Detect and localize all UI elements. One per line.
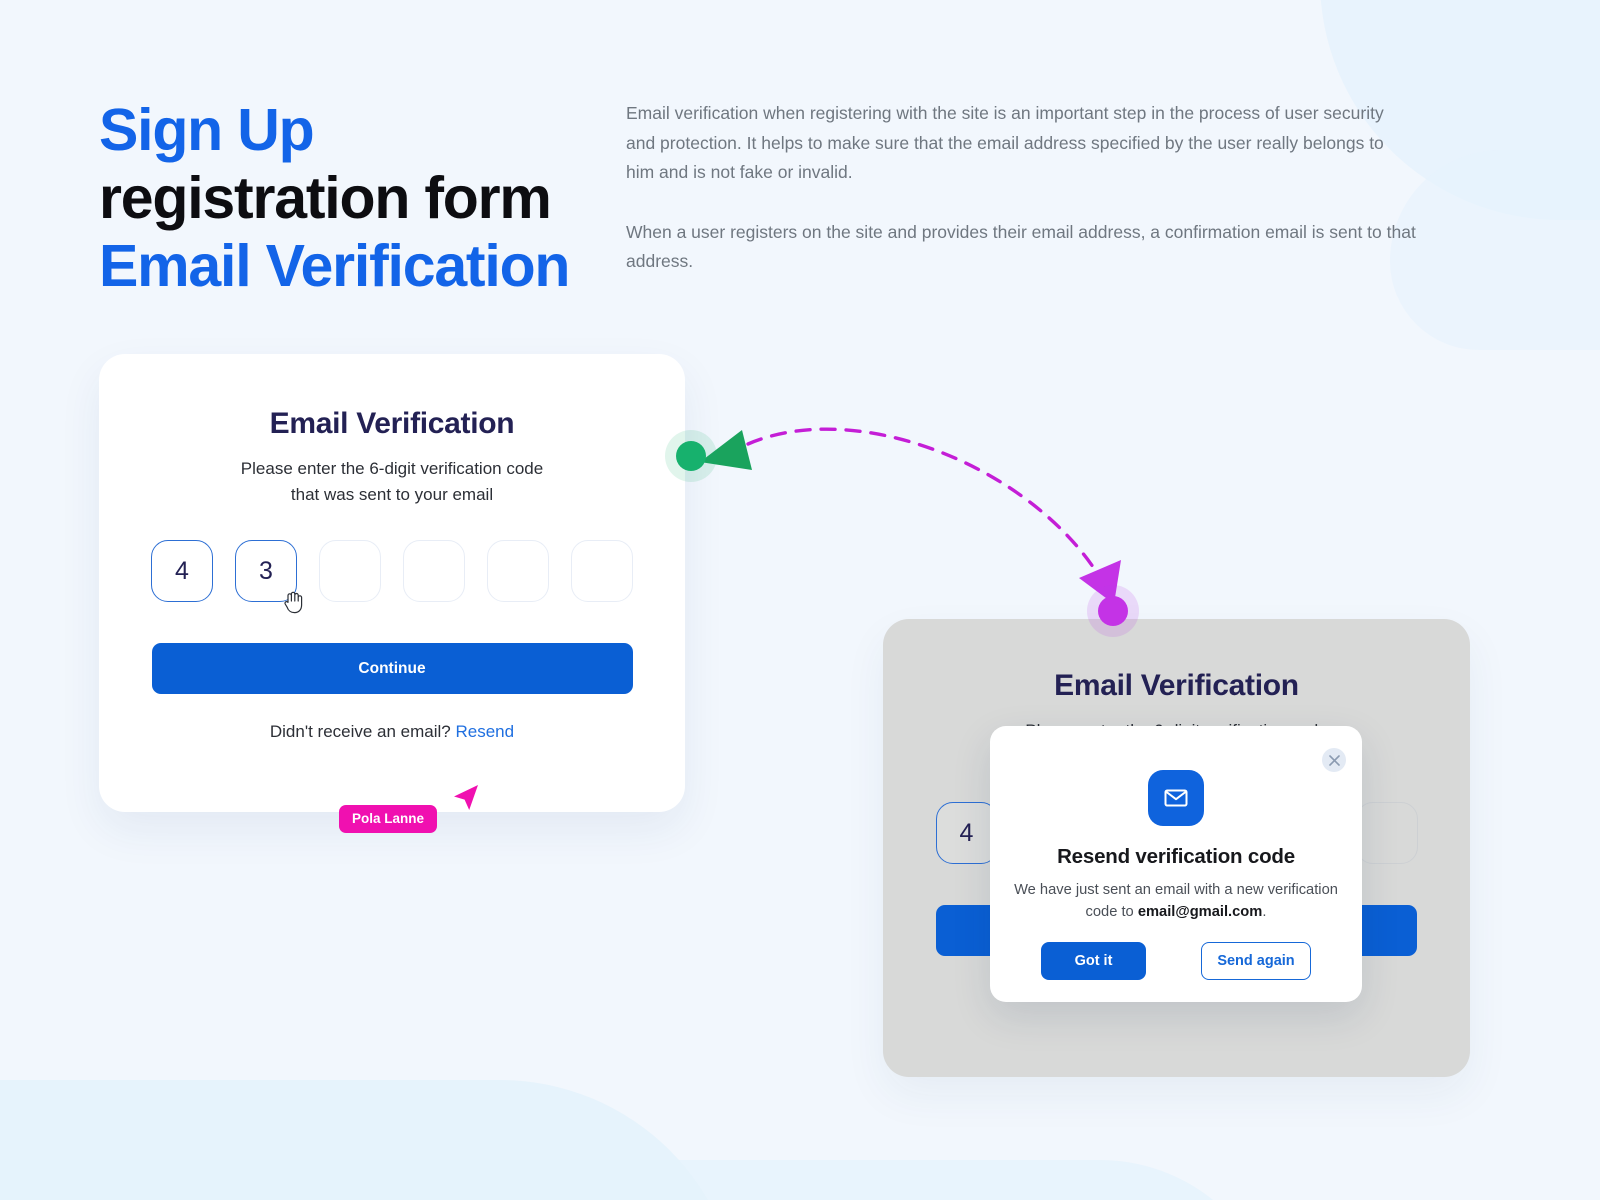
connector-arrow (700, 427, 1121, 604)
page-root: Sign Up registration form Email Verifica… (0, 0, 1600, 1200)
connector-end-node[interactable] (1098, 596, 1128, 626)
connector-start-node[interactable] (676, 441, 706, 471)
